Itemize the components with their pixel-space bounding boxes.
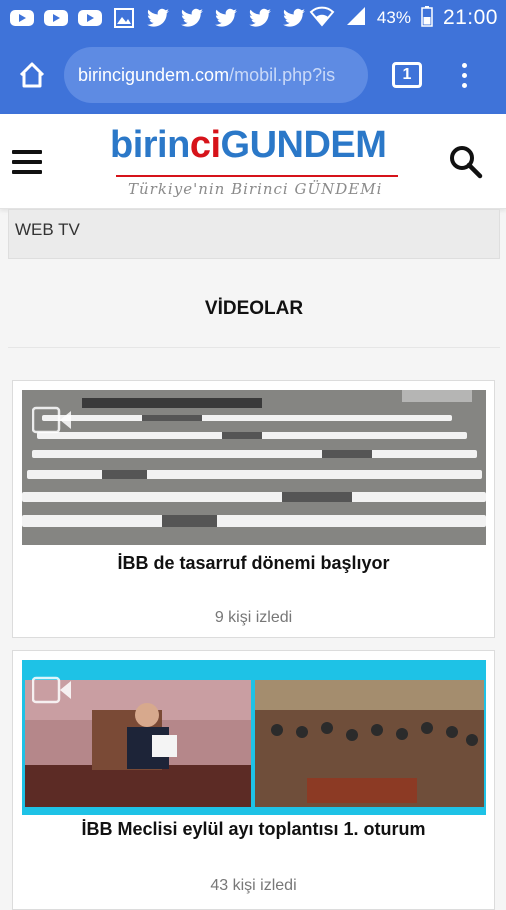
wifi-icon xyxy=(309,5,335,32)
status-indicators: 43% 21:00 xyxy=(309,5,498,32)
twitter-icon xyxy=(178,7,206,29)
site-logo[interactable]: birinciGUNDEM Türkiye'nin Birinci GÜNDEM… xyxy=(110,124,400,202)
video-card[interactable]: İBB de tasarruf dönemi başlıyor 9 kişi i… xyxy=(12,380,495,638)
tab-switcher-button[interactable]: 1 xyxy=(392,62,422,88)
browser-toolbar: birincigundem.com/mobil.php?is 1 xyxy=(0,36,506,114)
home-icon xyxy=(19,62,45,88)
section-heading-row: VİDEOLAR xyxy=(8,270,500,348)
video-title[interactable]: İBB Meclisi eylül ayı toplantısı 1. otur… xyxy=(13,819,494,840)
signal-icon xyxy=(345,5,367,32)
gallery-icon xyxy=(110,7,138,29)
twitter-icon xyxy=(144,7,172,29)
video-thumbnail[interactable] xyxy=(22,660,486,815)
page-title: VİDEOLAR xyxy=(204,297,304,319)
home-button[interactable] xyxy=(0,36,64,114)
youtube-icon xyxy=(76,7,104,29)
hamburger-menu-icon[interactable] xyxy=(12,150,42,174)
search-button[interactable] xyxy=(448,144,484,180)
logo-tagline: Türkiye'nin Birinci GÜNDEMi xyxy=(128,180,383,198)
video-camera-icon xyxy=(32,406,71,434)
video-view-count: 9 kişi izledi xyxy=(214,609,293,626)
twitter-icon xyxy=(246,7,274,29)
video-card[interactable]: İBB Meclisi eylül ayı toplantısı 1. otur… xyxy=(12,650,495,910)
status-bar: 43% 21:00 xyxy=(0,0,506,36)
video-view-count: 43 kişi izledi xyxy=(210,877,297,894)
logo-text-part2: ci xyxy=(189,124,221,166)
browser-menu-button[interactable] xyxy=(444,55,484,95)
video-thumbnail[interactable] xyxy=(22,390,486,545)
twitter-icon xyxy=(212,7,240,29)
youtube-icon xyxy=(42,7,70,29)
youtube-icon xyxy=(8,7,36,29)
video-camera-icon xyxy=(32,676,71,704)
logo-text-part3: GUNDEM xyxy=(220,124,387,166)
section-tab-web-tv[interactable]: WEB TV xyxy=(8,209,500,259)
logo-underline xyxy=(116,175,398,177)
search-icon xyxy=(450,146,483,179)
notification-icons xyxy=(8,7,308,29)
url-path: /mobil.php?is xyxy=(229,64,336,85)
logo-text-part1: birin xyxy=(110,124,190,166)
twitter-icon xyxy=(280,7,308,29)
clock: 21:00 xyxy=(442,6,498,29)
url-field[interactable]: birincigundem.com/mobil.php?is xyxy=(64,47,368,103)
url-host: birincigundem.com xyxy=(78,64,230,85)
battery-icon xyxy=(421,5,433,32)
video-title[interactable]: İBB de tasarruf dönemi başlıyor xyxy=(13,553,494,574)
battery-percent: 43% xyxy=(376,8,411,27)
site-header: birinciGUNDEM Türkiye'nin Birinci GÜNDEM… xyxy=(0,114,506,209)
